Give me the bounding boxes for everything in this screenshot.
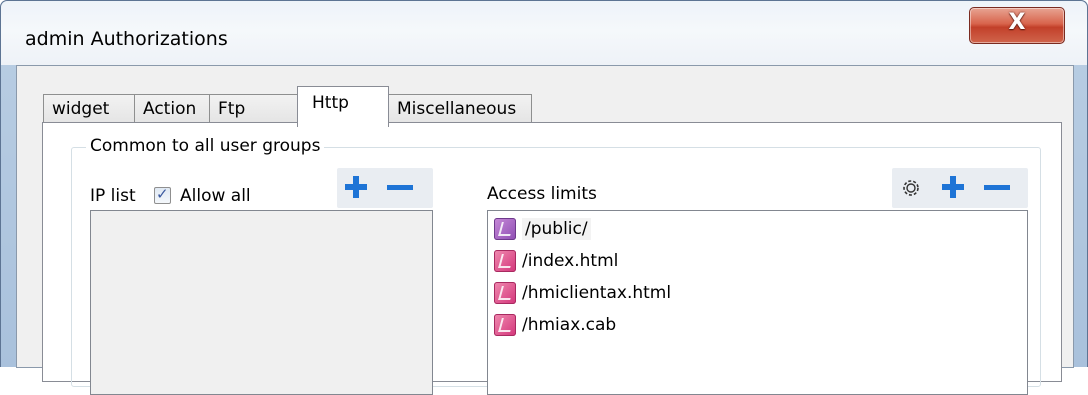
access-limit-item[interactable]: /index.html [494, 247, 618, 275]
access-add-button[interactable] [942, 176, 964, 198]
close-icon: X [1008, 10, 1026, 35]
access-limits-label: Access limits [487, 184, 597, 204]
access-limit-item[interactable]: /hmiclientax.html [494, 279, 671, 307]
ip-list-toolbar [337, 168, 433, 208]
group-legend: Common to all user groups [86, 136, 325, 156]
plus-icon [942, 176, 964, 198]
access-limit-path: /index.html [522, 251, 619, 271]
page-icon [494, 218, 516, 240]
ip-remove-button[interactable] [387, 176, 413, 198]
window-title: admin Authorizations [25, 28, 228, 50]
access-limit-path: /hmiax.cab [522, 315, 617, 335]
page-icon [494, 314, 516, 336]
allow-all-label: Allow all [180, 186, 251, 206]
settings-button[interactable] [900, 177, 922, 199]
plus-icon [345, 176, 367, 198]
close-button[interactable]: X [969, 7, 1065, 44]
tab-http[interactable]: Http [297, 86, 389, 127]
access-limit-item[interactable]: /hmiax.cab [494, 311, 616, 339]
http-tab-panel: Common to all user groups IP list ✓ Allo… [42, 122, 1062, 395]
common-group-box: Common to all user groups IP list ✓ Allo… [71, 136, 1041, 395]
checkmark-icon: ✓ [156, 185, 169, 203]
minus-icon [984, 185, 1010, 190]
access-limit-path: /public/ [522, 218, 591, 240]
allow-all-checkbox[interactable]: ✓ [154, 185, 171, 204]
ip-add-button[interactable] [345, 176, 367, 198]
dialog-client-area: widget Action Ftp Http Miscellaneous Com… [16, 65, 1074, 395]
title-bar[interactable]: admin Authorizations X [1, 1, 1087, 65]
access-limits-toolbar [892, 168, 1028, 208]
gear-icon [903, 180, 919, 196]
authorizations-window: admin Authorizations X widget Action Ftp… [0, 0, 1088, 395]
ip-list-box[interactable] [90, 210, 433, 395]
access-limits-list[interactable]: /public/ /index.html /hmiclientax.html /… [487, 210, 1028, 395]
access-limit-path: /hmiclientax.html [522, 283, 672, 303]
page-icon [494, 250, 516, 272]
minus-icon [387, 185, 413, 190]
access-limit-item[interactable]: /public/ [494, 215, 591, 243]
ip-list-label: IP list [90, 186, 136, 206]
page-icon [494, 282, 516, 304]
access-remove-button[interactable] [984, 176, 1010, 198]
